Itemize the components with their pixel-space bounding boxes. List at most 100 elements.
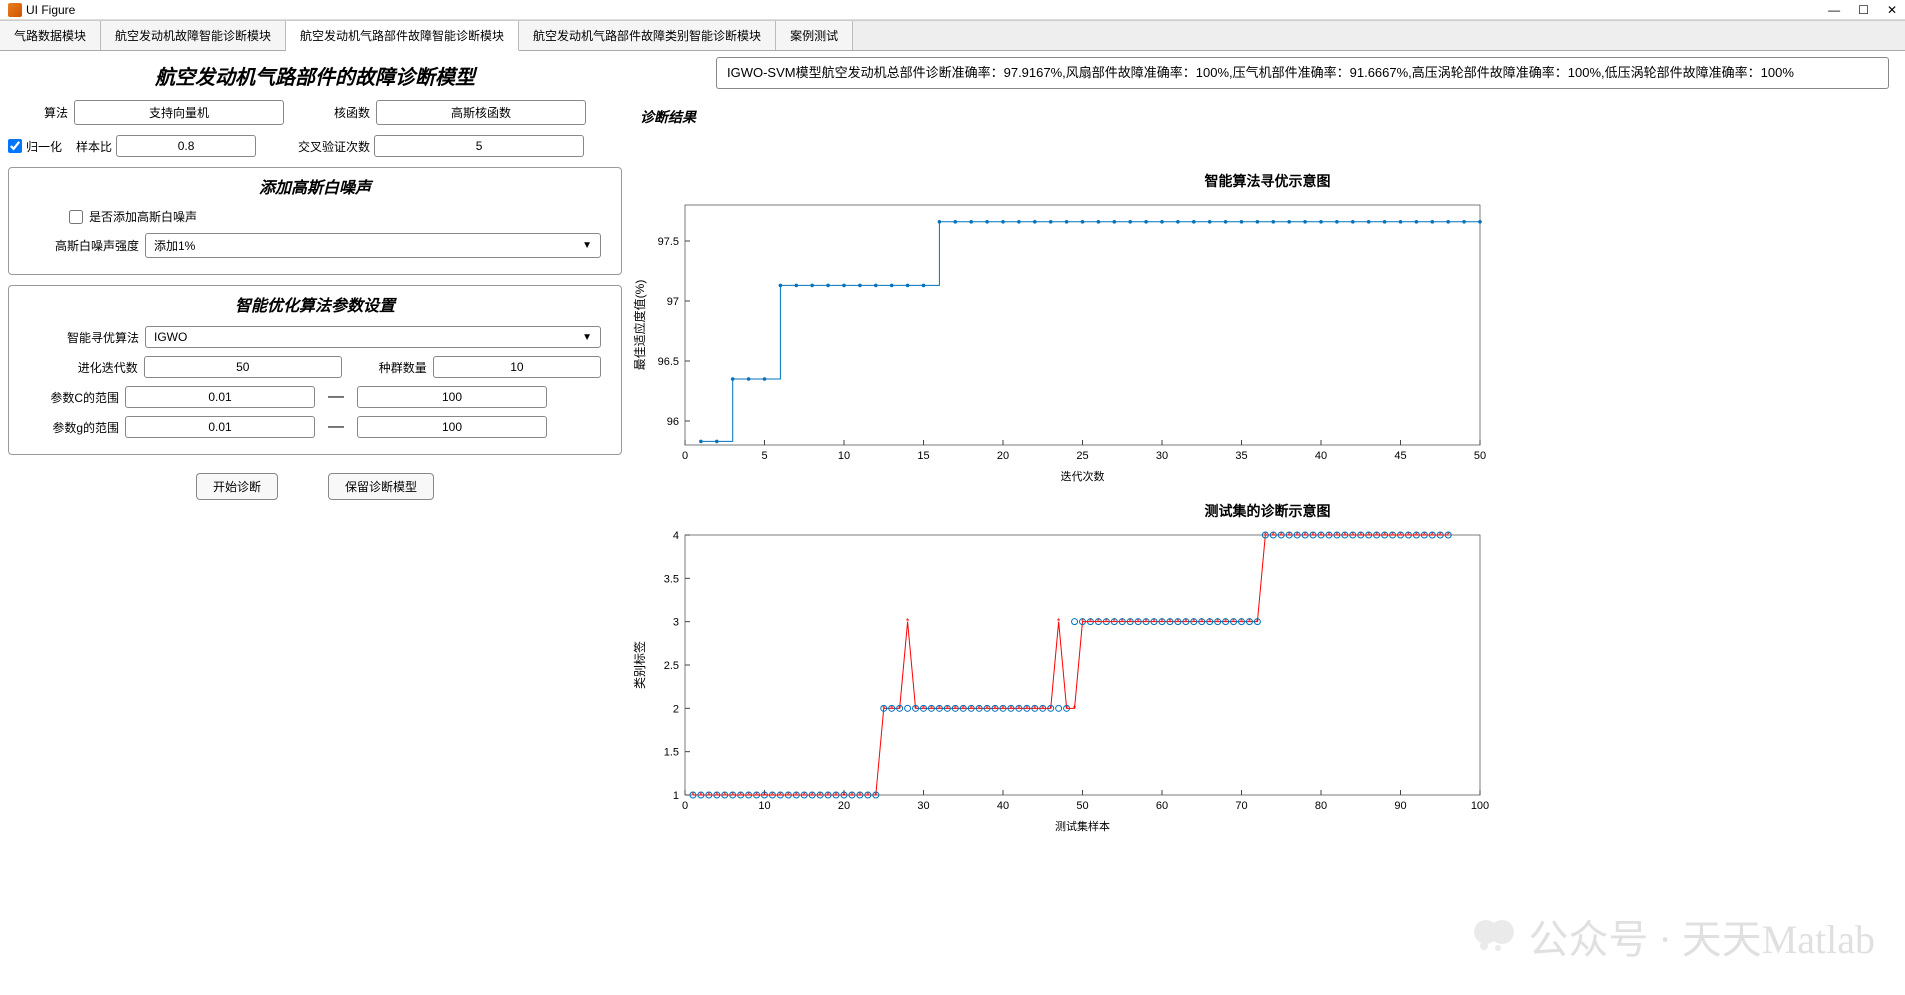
svg-text:*: * bbox=[802, 790, 806, 800]
algo-label: 算法 bbox=[8, 104, 68, 121]
svg-text:2: 2 bbox=[673, 703, 679, 715]
opt-algo-label: 智能寻优算法 bbox=[29, 329, 139, 346]
c-high-field[interactable]: 100 bbox=[357, 386, 547, 408]
svg-text:*: * bbox=[1216, 617, 1220, 627]
svg-text:*: * bbox=[1152, 617, 1156, 627]
tab-case-test[interactable]: 案例测试 bbox=[776, 21, 853, 50]
svg-text:96.5: 96.5 bbox=[658, 356, 679, 368]
save-model-button[interactable]: 保留诊断模型 bbox=[328, 473, 434, 500]
svg-text:*: * bbox=[890, 703, 894, 713]
cv-field[interactable]: 5 bbox=[374, 135, 584, 157]
pop-field[interactable]: 10 bbox=[433, 356, 601, 378]
svg-text:*: * bbox=[779, 790, 783, 800]
svg-text:*: * bbox=[858, 790, 862, 800]
svg-text:*: * bbox=[810, 790, 814, 800]
svg-text:*: * bbox=[850, 790, 854, 800]
sample-ratio-field[interactable]: 0.8 bbox=[116, 135, 256, 157]
svg-text:0: 0 bbox=[682, 800, 688, 812]
svg-text:*: * bbox=[1224, 617, 1228, 627]
g-range-label: 参数g的范围 bbox=[29, 419, 119, 436]
svg-text:*: * bbox=[826, 790, 830, 800]
svg-text:*: * bbox=[1446, 530, 1450, 540]
svg-text:1.5: 1.5 bbox=[664, 747, 679, 759]
svg-text:97.5: 97.5 bbox=[658, 236, 679, 248]
tab-fault-diag[interactable]: 航空发动机故障智能诊断模块 bbox=[101, 21, 286, 50]
noise-group: 添加高斯白噪声 是否添加高斯白噪声 高斯白噪声强度 添加1% ▼ bbox=[8, 167, 622, 275]
opt-algo-value: IGWO bbox=[154, 330, 187, 344]
svg-text:*: * bbox=[1041, 703, 1045, 713]
maximize-button[interactable]: ☐ bbox=[1858, 3, 1869, 17]
svg-text:0: 0 bbox=[682, 450, 688, 462]
svg-text:*: * bbox=[1136, 617, 1140, 627]
svg-text:3.5: 3.5 bbox=[664, 573, 679, 585]
chart1-title: 智能算法寻优示意图 bbox=[630, 171, 1905, 191]
c-low-field[interactable]: 0.01 bbox=[125, 386, 315, 408]
svg-text:*: * bbox=[961, 703, 965, 713]
svg-text:*: * bbox=[1208, 617, 1212, 627]
svg-text:50: 50 bbox=[1474, 450, 1486, 462]
app-icon bbox=[8, 3, 22, 17]
svg-text:40: 40 bbox=[1315, 450, 1327, 462]
svg-text:*: * bbox=[1049, 703, 1053, 713]
svg-text:30: 30 bbox=[917, 800, 929, 812]
start-diag-button[interactable]: 开始诊断 bbox=[196, 473, 278, 500]
svg-text:*: * bbox=[1279, 530, 1283, 540]
kernel-field[interactable]: 高斯核函数 bbox=[376, 100, 586, 125]
svg-text:*: * bbox=[1184, 617, 1188, 627]
svg-text:测试集样本: 测试集样本 bbox=[1055, 819, 1110, 833]
opt-group: 智能优化算法参数设置 智能寻优算法 IGWO ▼ 进化迭代数 50 种群数量 1… bbox=[8, 285, 622, 455]
svg-text:最佳适应度值(%): 最佳适应度值(%) bbox=[632, 280, 647, 371]
noise-intensity-label: 高斯白噪声强度 bbox=[29, 237, 139, 254]
add-noise-label: 是否添加高斯白噪声 bbox=[89, 208, 197, 225]
svg-text:*: * bbox=[723, 790, 727, 800]
opt-algo-dropdown[interactable]: IGWO ▼ bbox=[145, 326, 601, 348]
noise-intensity-dropdown[interactable]: 添加1% ▼ bbox=[145, 233, 601, 258]
svg-text:*: * bbox=[1105, 617, 1109, 627]
svg-text:60: 60 bbox=[1156, 800, 1168, 812]
add-noise-checkbox[interactable] bbox=[69, 210, 83, 224]
svg-text:100: 100 bbox=[1471, 800, 1489, 812]
tab-data[interactable]: 气路数据模块 bbox=[0, 21, 101, 50]
g-high-field[interactable]: 100 bbox=[357, 416, 547, 438]
svg-text:*: * bbox=[1097, 617, 1101, 627]
svg-text:*: * bbox=[1120, 617, 1124, 627]
svg-text:*: * bbox=[1303, 530, 1307, 540]
sample-ratio-label: 样本比 bbox=[76, 138, 112, 155]
svg-text:*: * bbox=[1073, 703, 1077, 713]
svg-text:*: * bbox=[1319, 530, 1323, 540]
svg-text:50: 50 bbox=[1076, 800, 1088, 812]
svg-text:*: * bbox=[1089, 617, 1093, 627]
range-sep: — bbox=[321, 418, 351, 436]
svg-text:*: * bbox=[922, 703, 926, 713]
minimize-button[interactable]: — bbox=[1828, 3, 1840, 17]
close-button[interactable]: ✕ bbox=[1887, 3, 1897, 17]
svg-text:迭代次数: 迭代次数 bbox=[1061, 469, 1105, 483]
svg-text:*: * bbox=[1407, 530, 1411, 540]
svg-text:5: 5 bbox=[761, 450, 767, 462]
g-low-field[interactable]: 0.01 bbox=[125, 416, 315, 438]
svg-text:*: * bbox=[1200, 617, 1204, 627]
svg-text:*: * bbox=[1057, 617, 1061, 627]
tab-gaspath-diag[interactable]: 航空发动机气路部件故障智能诊断模块 bbox=[286, 21, 519, 51]
tab-gaspath-class[interactable]: 航空发动机气路部件故障类别智能诊断模块 bbox=[519, 21, 776, 50]
svg-text:*: * bbox=[834, 790, 838, 800]
svg-text:*: * bbox=[771, 790, 775, 800]
svg-text:*: * bbox=[969, 703, 973, 713]
svg-text:*: * bbox=[755, 790, 759, 800]
svg-text:*: * bbox=[914, 703, 918, 713]
svg-text:*: * bbox=[1009, 703, 1013, 713]
normalize-label: 归一化 bbox=[26, 138, 62, 155]
svg-text:30: 30 bbox=[1156, 450, 1168, 462]
result-text: IGWO-SVM模型航空发动机总部件诊断准确率：97.9167%,风扇部件故障准… bbox=[716, 57, 1889, 89]
iter-field[interactable]: 50 bbox=[144, 356, 342, 378]
algo-field[interactable]: 支持向量机 bbox=[74, 100, 284, 125]
svg-text:15: 15 bbox=[917, 450, 929, 462]
svg-text:*: * bbox=[1176, 617, 1180, 627]
noise-intensity-value: 添加1% bbox=[154, 237, 195, 254]
window-titlebar: UI Figure — ☐ ✕ bbox=[0, 0, 1905, 20]
svg-text:*: * bbox=[1359, 530, 1363, 540]
svg-text:*: * bbox=[739, 790, 743, 800]
normalize-checkbox[interactable] bbox=[8, 139, 22, 153]
svg-text:*: * bbox=[1128, 617, 1132, 627]
svg-text:*: * bbox=[795, 790, 799, 800]
